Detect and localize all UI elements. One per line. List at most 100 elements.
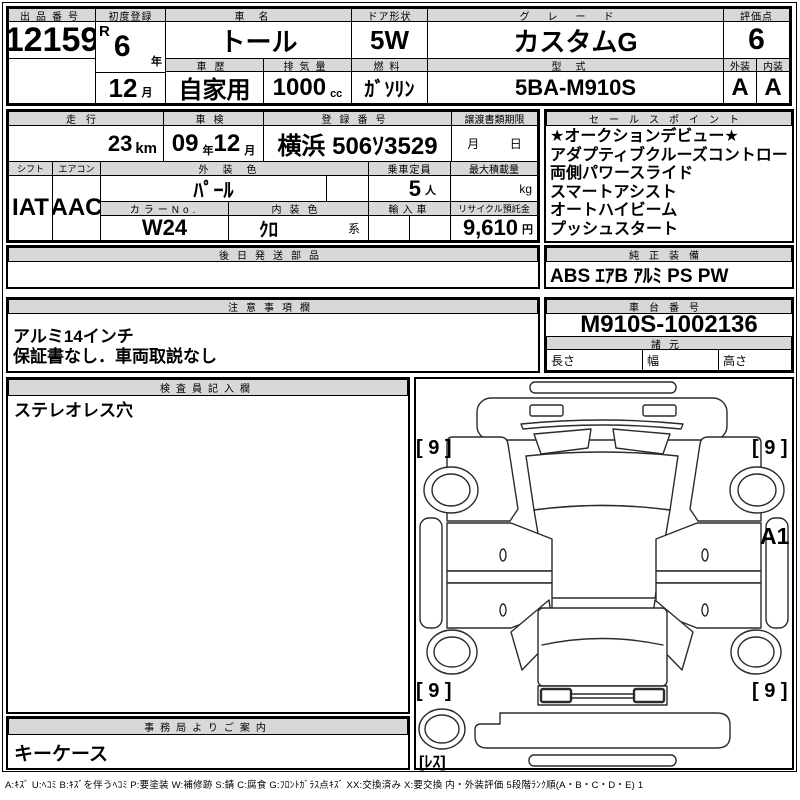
damage-mark-front-right: [ 9 ] <box>752 437 788 460</box>
block-chassis: 車台番号 M910S-1002136 諸元 長さ 幅 高さ <box>544 297 794 373</box>
sales-point-line: 両側パワースライド <box>550 165 790 184</box>
genuine-equipment-value: ABS ｴｱB ｱﾙﾐ PS PW <box>550 262 790 287</box>
roof-panel <box>526 452 678 510</box>
block-later-parts: 後日発送部品 <box>6 245 540 289</box>
damage-mark-rear-right: [ 9 ] <box>752 680 788 703</box>
rear-bumper <box>475 713 730 748</box>
auction-no-empty-cell <box>8 58 96 104</box>
left-side-strip <box>420 518 442 628</box>
grade-label: グレード <box>427 8 724 22</box>
dimension-width-label: 幅 <box>647 352 659 369</box>
notes-lines: アルミ14インチ 保証書なし．車両取説なし <box>13 327 533 367</box>
model-code-label: 型式 <box>427 58 724 72</box>
first-reg-month: 12 <box>109 73 138 104</box>
mileage-unit: km <box>135 140 157 161</box>
floor-panel <box>534 506 670 599</box>
interior-grade-value: A <box>756 71 790 104</box>
sales-point-line: ★オークションデビュー★ <box>550 128 790 147</box>
exterior-grade-value: A <box>723 71 757 104</box>
exterior-grade-label: 外装 <box>723 58 757 72</box>
inspection-month: 12 <box>214 130 241 158</box>
capacity-label: 乗車定員 <box>368 161 451 176</box>
transfer-docs-day-unit: 日 <box>510 135 522 152</box>
auction-no-value: 12159 <box>8 21 96 59</box>
damage-mark-right-side: A1 <box>760 523 789 550</box>
exterior-color-label: 外装色 <box>100 161 369 176</box>
damage-mark-spare: [ﾚｽ] <box>419 748 446 772</box>
door-shape-label: ドア形状 <box>351 8 428 22</box>
dimension-length-label: 長さ <box>551 352 575 369</box>
interior-grade-label: 内装 <box>756 58 790 72</box>
inspection-cell: 09 年 12 月 <box>163 125 264 162</box>
capacity-unit: 人 <box>425 182 436 201</box>
auction-no-label: 出品番号 <box>8 8 96 22</box>
first-reg-label: 初度登録 <box>95 8 166 22</box>
right-tail-light <box>634 689 664 702</box>
damage-code-legend: A:ｷｽﾞ U:ﾍｺﾐ B:ｷｽﾞを伴うﾍｺﾐ P:要塗装 W:補修跡 S:錆 … <box>5 777 797 791</box>
inspector-notes-value: ステレオレス穴 <box>14 401 133 421</box>
notes-line: アルミ14インチ <box>13 327 533 347</box>
block-office-notice: 事務局よりご案内 キーケース <box>6 716 410 770</box>
block-identity: 出品番号 12159 初度登録 R 6 年 12 月 車名 トール 車歴 自家用… <box>6 6 792 106</box>
registration-no-value: 横浜 506ｿ3529 <box>263 125 452 162</box>
later-parts-value <box>12 263 532 287</box>
block-sales-points: セールスポイント ★オークションデビュー★ アダプティブクルーズコントロー 両側… <box>544 109 794 243</box>
hood-panel <box>477 398 727 440</box>
grade-value: カスタムG <box>427 21 724 59</box>
imported-cell-1 <box>368 215 410 241</box>
displacement-cell: 1000 cc <box>263 71 352 104</box>
score-label: 評価点 <box>723 8 790 22</box>
transfer-docs-month-unit: 月 <box>467 135 479 152</box>
imported-cell-2 <box>409 215 451 241</box>
rear-lower-bar <box>529 755 676 766</box>
shift-value: IAT <box>8 175 53 241</box>
displacement-value: 1000 <box>273 74 326 102</box>
inspector-notes-label: 検査員記入欄 <box>8 379 408 396</box>
block-genuine-equipment: 純正装備 ABS ｴｱB ｱﾙﾐ PS PW <box>544 245 794 289</box>
front-right-door <box>656 523 761 571</box>
dimension-width-cell: 幅 <box>642 349 719 371</box>
mileage-label: 走行 <box>8 111 164 126</box>
sales-point-line: スマートアシスト <box>550 184 790 203</box>
car-name-label: 車名 <box>165 8 352 22</box>
max-load-unit: kg <box>519 182 532 196</box>
shift-label: シフト <box>8 161 53 176</box>
damage-mark-rear-left: [ 9 ] <box>416 680 452 703</box>
block-car-diagram: [ 9 ] [ 9 ] A1 [ 9 ] [ 9 ] [ﾚｽ] <box>414 377 794 770</box>
office-notice-value: キーケース <box>14 739 108 766</box>
sales-points-label: セールスポイント <box>546 111 792 126</box>
capacity-value: 5 <box>409 176 421 202</box>
transfer-docs-label: 譲渡書類期限 <box>451 111 538 126</box>
recycle-deposit-label: リサイクル預託金 <box>450 201 538 216</box>
interior-color-value: ｸﾛ <box>259 215 278 241</box>
dimension-height-label: 高さ <box>723 352 747 369</box>
color-no-label: カラーNo. <box>100 201 229 216</box>
exterior-color-empty-cell <box>326 175 369 202</box>
interior-color-label: 内装色 <box>228 201 369 216</box>
dimensions-label: 諸元 <box>546 336 792 350</box>
auction-sheet: 出品番号 12159 初度登録 R 6 年 12 月 車名 トール 車歴 自家用… <box>0 0 800 800</box>
sales-point-line: プッシュスタート <box>550 221 790 240</box>
displacement-label: 排気量 <box>263 58 352 72</box>
inspection-label: 車検 <box>163 111 264 126</box>
max-load-label: 最大積載量 <box>450 161 538 176</box>
car-name-value: トール <box>165 21 352 59</box>
damage-mark-front-left: [ 9 ] <box>416 437 452 460</box>
genuine-equipment-label: 純正装備 <box>546 247 792 262</box>
block-inspector: 検査員記入欄 ステレオレス穴 <box>6 377 410 714</box>
fuel-label: 燃料 <box>351 58 428 72</box>
imported-label: 輸入車 <box>368 201 451 216</box>
car-diagram-drawing <box>416 379 792 768</box>
sales-point-line: オートハイビーム <box>550 202 790 221</box>
inspection-year: 09 <box>172 130 199 158</box>
door-shape-value: 5W <box>351 21 428 59</box>
notes-label: 注意事項欄 <box>8 299 538 314</box>
front-bumper-bar <box>530 382 676 393</box>
interior-color-suffix: 系 <box>348 220 360 237</box>
inspection-month-unit: 月 <box>244 142 255 161</box>
displacement-unit: cc <box>330 88 342 103</box>
sales-points-list: ★オークションデビュー★ アダプティブクルーズコントロー 両側パワースライド ス… <box>550 128 790 239</box>
later-parts-label: 後日発送部品 <box>8 247 538 262</box>
first-reg-year: 6 <box>114 30 131 64</box>
capacity-cell: 5 人 <box>368 175 451 202</box>
